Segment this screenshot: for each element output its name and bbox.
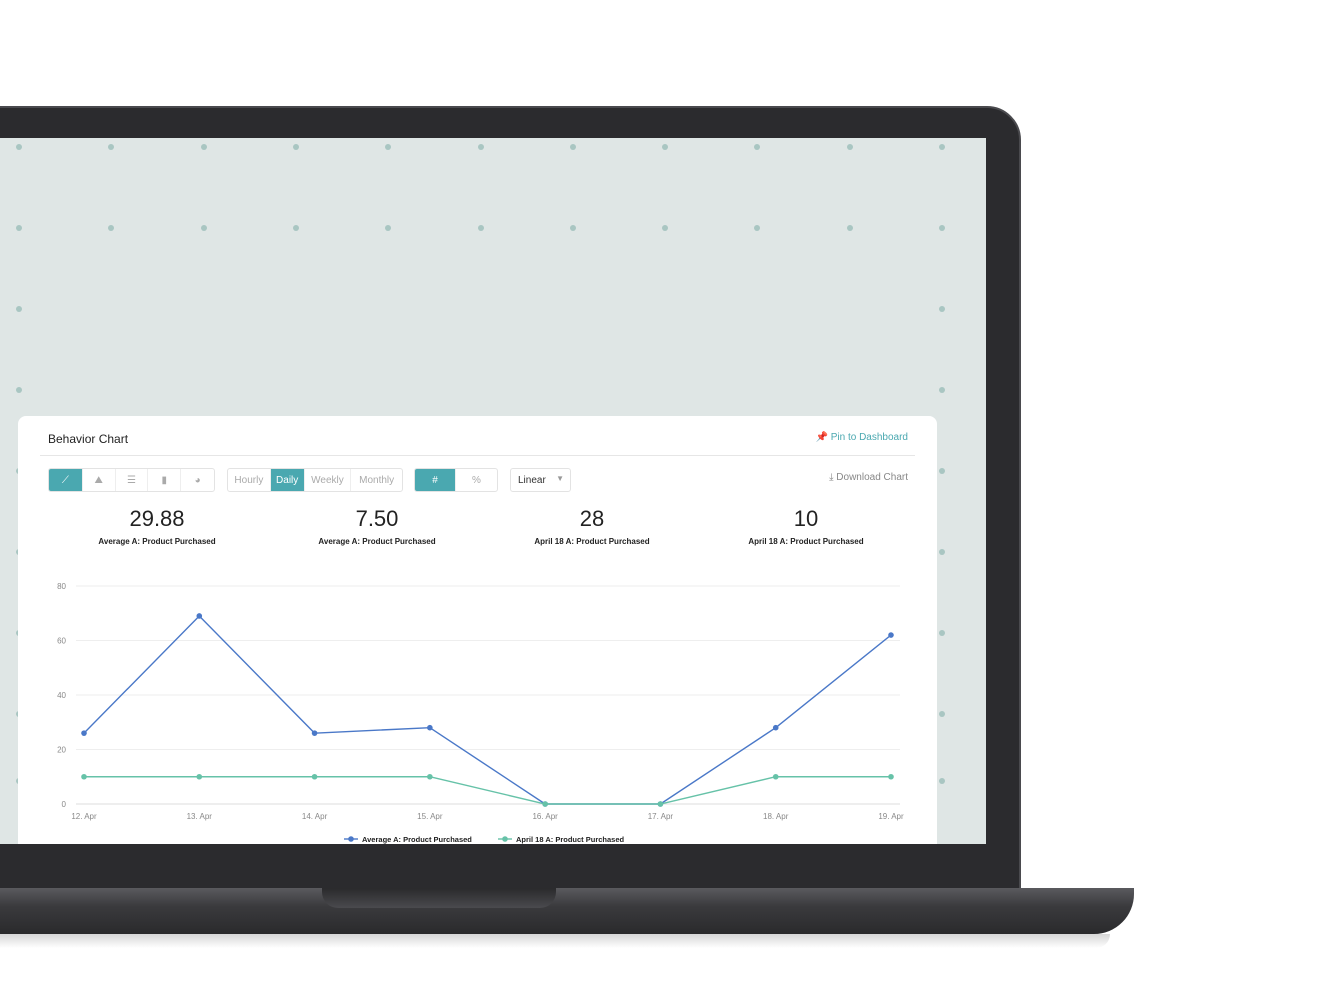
background-dot [939,711,945,717]
background-dot [939,630,945,636]
x-tick-label: 19. Apr [878,812,904,821]
data-point [542,801,548,807]
background-dot [939,225,945,231]
background-dot [16,306,22,312]
laptop-notch [322,888,556,908]
background-dot [16,144,22,150]
data-point [427,773,433,780]
data-point [196,613,203,619]
background-dot [477,144,484,150]
data-point [657,801,664,807]
laptop-shadow [0,934,1110,948]
data-point [772,724,779,731]
background-dot [939,387,945,393]
series-line [83,614,892,805]
x-tick-label: 13. Apr [187,812,213,821]
legend-marker [502,836,508,842]
data-point [311,730,318,736]
x-tick-label: 15. Apr [417,812,443,821]
background-dot [200,225,207,231]
y-tick-label: 80 [57,582,66,591]
series-line [84,776,891,805]
line-chart: 0 20 40 60 80 12. Apr 13. Apr 14. Apr 15. Apr 16.… [57,582,904,844]
x-tick-label: 16. Apr [532,812,558,821]
background-dot [385,144,392,150]
x-tick-label: 17. Apr [648,812,674,821]
background-dot [200,144,207,150]
data-point [81,730,87,736]
y-tick-label: 60 [57,637,66,646]
background-dot [569,225,576,231]
background-dot [662,225,669,231]
data-point [81,773,87,780]
data-point [888,632,894,638]
data-point [311,773,318,780]
background-dot [939,468,945,474]
data-point [196,773,203,780]
legend-label: Average A: Product Purchased [362,835,472,844]
background-dot [108,225,115,231]
data-point [427,724,433,731]
background-dot [662,144,669,150]
data-point [888,773,894,780]
background-dot [939,778,945,784]
background-dot [16,225,22,231]
background-dot [385,225,392,231]
background-dot [846,225,853,231]
y-tick-label: 40 [57,691,66,700]
background-dot [292,144,299,150]
behavior-chart-card: Behavior Chart 📌 Pin to Dashboard ⟋ ⛰ ☰ … [18,416,937,844]
laptop-screen: Behavior Chart 📌 Pin to Dashboard ⟋ ⛰ ☰ … [0,138,986,844]
background-dot [754,144,761,150]
background-dot [846,144,853,150]
background-dot [939,144,945,150]
background-dot [16,387,22,393]
background-dot [939,549,945,555]
background-dot [754,225,761,231]
x-tick-label: 12. Apr [71,812,97,821]
y-tick-label: 0 [62,800,67,809]
data-point [772,773,779,780]
background-dot [292,225,299,231]
laptop-base [0,888,1134,934]
y-tick-label: 20 [57,746,66,755]
background-dot [569,144,576,150]
legend-marker [348,836,354,842]
background-dot [477,225,484,231]
background-dot [939,306,945,312]
x-tick-label: 14. Apr [302,812,328,821]
legend-label: April 18 A: Product Purchased [516,835,624,844]
x-tick-label: 18. Apr [763,812,789,821]
background-dot [108,144,115,150]
